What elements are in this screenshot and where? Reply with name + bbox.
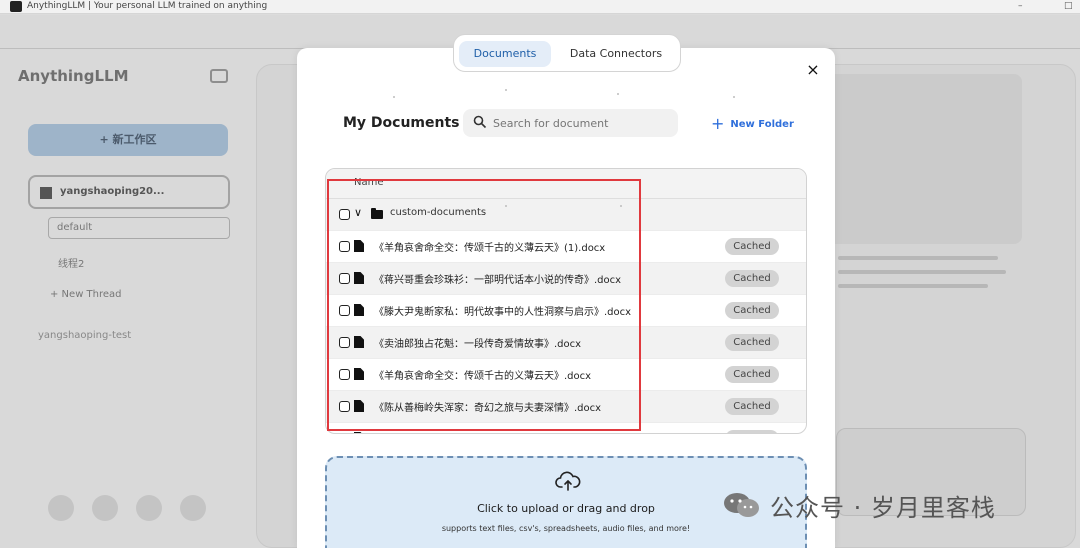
file-name: 《羊角哀舍命全交：传颂千古的义薄云天》.docx bbox=[374, 371, 592, 382]
status-badge: Cached bbox=[725, 366, 779, 383]
new-folder-label: New Folder bbox=[730, 119, 794, 130]
wechat-icon bbox=[724, 493, 759, 517]
new-folder-button[interactable]: + New Folder bbox=[711, 114, 794, 133]
status-badge: Cached bbox=[725, 334, 779, 351]
modal-tabs: Documents Data Connectors bbox=[453, 34, 681, 72]
new-thread-button[interactable]: + New Thread bbox=[50, 289, 122, 300]
watermark-text: 公众号 · 岁月里客栈 bbox=[770, 494, 996, 522]
file-list-header: Name bbox=[326, 169, 806, 199]
file-name: 《滕大尹鬼断家私：明代故事中的人性洞察与启示》.docx bbox=[374, 307, 632, 318]
row-checkbox[interactable] bbox=[339, 401, 350, 412]
file-list: Name ∨ custom-documents 《羊角哀舍命全交：传颂千古的义薄… bbox=[325, 168, 807, 434]
file-name: 《卖油郎独占花魁：一段传奇爱情故事》.docx bbox=[374, 339, 582, 350]
app-logo-icon bbox=[10, 1, 22, 12]
chat-text-line bbox=[838, 256, 998, 260]
folder-icon bbox=[371, 208, 383, 219]
file-name: 《蒋兴哥重会珍珠衫：一部明代话本小说的传奇》.docx bbox=[374, 275, 622, 286]
table-row-partial[interactable] bbox=[326, 423, 806, 434]
document-icon bbox=[354, 336, 364, 348]
status-badge: Cached bbox=[725, 270, 779, 287]
chevron-down-icon[interactable]: ∨ bbox=[354, 206, 362, 219]
close-icon[interactable]: × bbox=[803, 60, 823, 80]
brand-logo: AnythingLLM bbox=[18, 67, 129, 85]
new-workspace-button[interactable]: + 新工作区 bbox=[28, 124, 228, 156]
speck bbox=[620, 205, 622, 207]
table-row[interactable]: 《卖油郎独占花魁：一段传奇爱情故事》.docx Cached bbox=[326, 327, 806, 359]
table-row[interactable]: 《陈从善梅岭失浑家：奇幻之旅与夫妻深情》.docx Cached bbox=[326, 391, 806, 423]
plus-icon: + bbox=[711, 114, 725, 133]
search-box[interactable] bbox=[463, 109, 678, 137]
status-badge: Cached bbox=[725, 398, 779, 415]
settings-wrench-icon[interactable] bbox=[180, 495, 206, 521]
maximize-button[interactable]: □ bbox=[1064, 0, 1073, 12]
table-row[interactable]: 《羊角哀舍命全交：传颂千古的义薄云天》(1).docx Cached bbox=[326, 231, 806, 263]
row-checkbox[interactable] bbox=[339, 433, 350, 434]
document-icon bbox=[354, 272, 364, 284]
window-title: AnythingLLM | Your personal LLM trained … bbox=[27, 1, 268, 11]
search-input[interactable] bbox=[493, 109, 673, 137]
document-icon bbox=[354, 368, 364, 380]
speck bbox=[505, 89, 507, 91]
page-title: My Documents bbox=[343, 115, 460, 131]
table-row[interactable]: 《滕大尹鬼断家私：明代故事中的人性洞察与启示》.docx Cached bbox=[326, 295, 806, 327]
thread-item-2[interactable]: 线程2 bbox=[58, 255, 84, 270]
chat-bubble bbox=[826, 74, 1022, 244]
folder-name: custom-documents bbox=[390, 207, 487, 218]
table-row[interactable]: 《蒋兴哥重会珍珠衫：一部明代话本小说的传奇》.docx Cached bbox=[326, 263, 806, 295]
chat-text-line bbox=[838, 284, 988, 288]
workspace-name: yangshaoping20... bbox=[60, 186, 165, 197]
upload-supported-types: supports text files, csv's, spreadsheets… bbox=[441, 524, 691, 533]
cloud-upload-icon bbox=[555, 471, 581, 491]
workspace-item-2[interactable]: yangshaoping-test bbox=[38, 330, 131, 341]
footer-icon[interactable] bbox=[92, 495, 118, 521]
sidebar-toggle-icon[interactable] bbox=[210, 69, 228, 83]
thread-item-default[interactable]: default bbox=[48, 217, 230, 239]
window-title-bar: AnythingLLM | Your personal LLM trained … bbox=[0, 0, 1080, 14]
row-checkbox[interactable] bbox=[339, 241, 350, 252]
speck bbox=[733, 96, 735, 98]
status-badge bbox=[725, 430, 779, 433]
status-badge: Cached bbox=[725, 238, 779, 255]
row-checkbox[interactable] bbox=[339, 337, 350, 348]
document-icon bbox=[354, 240, 364, 252]
column-header-name: Name bbox=[354, 177, 384, 188]
table-row[interactable]: 《羊角哀舍命全交：传颂千古的义薄云天》.docx Cached bbox=[326, 359, 806, 391]
document-icon bbox=[354, 304, 364, 316]
chat-text-line bbox=[838, 270, 1006, 274]
footer-icon[interactable] bbox=[48, 495, 74, 521]
folder-checkbox[interactable] bbox=[339, 209, 350, 220]
status-badge: Cached bbox=[725, 302, 779, 319]
search-icon bbox=[473, 115, 487, 129]
document-icon bbox=[354, 400, 364, 412]
row-checkbox[interactable] bbox=[339, 273, 350, 284]
folder-row[interactable]: ∨ custom-documents bbox=[326, 199, 806, 231]
speck bbox=[505, 205, 507, 207]
minimize-button[interactable]: – bbox=[1018, 0, 1023, 12]
workspace-item[interactable]: yangshaoping20... bbox=[28, 175, 230, 209]
speck bbox=[617, 93, 619, 95]
footer-icon[interactable] bbox=[136, 495, 162, 521]
row-checkbox[interactable] bbox=[339, 369, 350, 380]
file-name: 《陈从善梅岭失浑家：奇幻之旅与夫妻深情》.docx bbox=[374, 403, 602, 414]
tab-data-connectors[interactable]: Data Connectors bbox=[558, 41, 674, 67]
tab-documents[interactable]: Documents bbox=[459, 41, 551, 67]
document-icon bbox=[354, 432, 364, 433]
file-name: 《羊角哀舍命全交：传颂千古的义薄云天》(1).docx bbox=[374, 243, 606, 254]
speck bbox=[393, 96, 395, 98]
row-checkbox[interactable] bbox=[339, 305, 350, 316]
